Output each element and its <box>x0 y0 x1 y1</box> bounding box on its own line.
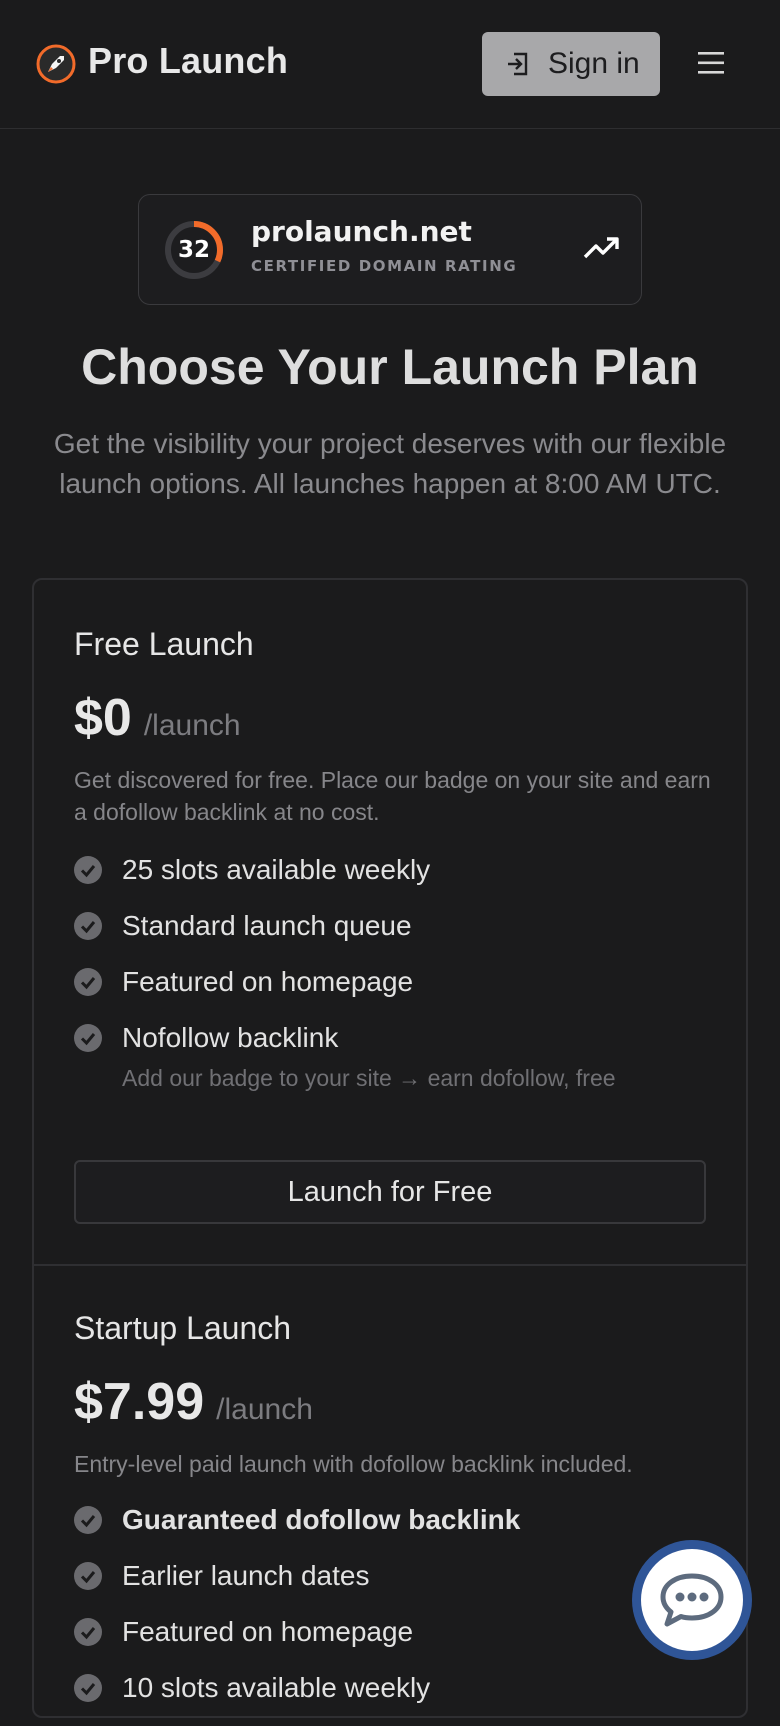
plan-price: $0 <box>74 689 132 747</box>
domain-name: prolaunch.net <box>251 215 472 248</box>
feature-label: Nofollow backlink <box>122 1022 339 1053</box>
feature-label: Featured on homepage <box>122 966 414 997</box>
feature-item: 10 slots available weekly <box>74 1668 714 1724</box>
plans-container: Free Launch $0 /launch Get discovered fo… <box>32 578 748 1718</box>
feature-label: Earlier launch dates <box>122 1560 370 1591</box>
sign-in-button[interactable]: Sign in <box>482 32 660 96</box>
feature-item: Featured on homepage <box>74 962 714 1018</box>
sign-in-label: Sign in <box>548 47 640 80</box>
plan-card-startup: Startup Launch $7.99 /launch Entry-level… <box>34 1266 746 1726</box>
feature-label: Guaranteed dofollow backlink <box>122 1504 521 1535</box>
plan-price: $7.99 <box>74 1373 205 1431</box>
feature-item: Earlier launch dates <box>74 1556 714 1612</box>
sign-in-icon <box>508 52 528 76</box>
plan-card-free: Free Launch $0 /launch Get discovered fo… <box>34 580 746 1266</box>
rating-label: CERTIFIED DOMAIN RATING <box>251 257 518 275</box>
trending-up-icon <box>583 237 619 259</box>
feature-list: 25 slots available weekly Standard launc… <box>74 850 714 1108</box>
feature-label: Featured on homepage <box>122 1616 414 1647</box>
feature-item: Standard launch queue <box>74 906 714 962</box>
check-circle-icon <box>74 856 102 884</box>
top-navbar: Pro Launch Sign in <box>0 0 780 129</box>
check-circle-icon <box>74 1506 102 1534</box>
feature-item: Featured on homepage <box>74 1612 714 1668</box>
plan-name: Free Launch <box>74 626 254 662</box>
check-circle-icon <box>74 1674 102 1702</box>
price-row: $7.99 /launch <box>74 1372 313 1432</box>
plan-name: Startup Launch <box>74 1310 292 1346</box>
plan-description: Entry-level paid launch with dofollow ba… <box>74 1451 633 1477</box>
price-period: /launch <box>143 709 241 742</box>
feature-label: Standard launch queue <box>122 910 412 941</box>
feature-note: Add our badge to your site → earn dofoll… <box>122 1065 616 1091</box>
check-circle-icon <box>74 1024 102 1052</box>
chat-widget-button[interactable] <box>632 1540 752 1660</box>
launch-free-button[interactable]: Launch for Free <box>74 1160 706 1224</box>
domain-rating-badge[interactable]: 32 prolaunch.net CERTIFIED DOMAIN RATING <box>138 194 642 305</box>
page-title: Choose Your Launch Plan <box>81 339 699 395</box>
price-period: /launch <box>216 1393 313 1426</box>
feature-list: Guaranteed dofollow backlink Earlier lau… <box>74 1500 714 1724</box>
price-row: $0 /launch <box>74 688 241 748</box>
rocket-logo-icon[interactable] <box>36 44 76 84</box>
chat-bubble-icon <box>660 1573 724 1627</box>
check-circle-icon <box>74 968 102 996</box>
feature-item: Guaranteed dofollow backlink <box>74 1500 714 1556</box>
hamburger-menu-icon[interactable] <box>698 50 726 76</box>
feature-item: 25 slots available weekly <box>74 850 714 906</box>
chat-widget-inner <box>641 1549 743 1651</box>
feature-label: 25 slots available weekly <box>122 854 431 885</box>
page-subtitle: Get the visibility your project deserves… <box>53 428 727 499</box>
feature-item: Nofollow backlink Add our badge to your … <box>74 1018 714 1108</box>
check-circle-icon <box>74 912 102 940</box>
rating-score: 32 <box>177 237 210 263</box>
plan-description: Get discovered for free. Place our badge… <box>74 767 711 825</box>
brand-name[interactable]: Pro Launch <box>88 40 288 82</box>
check-circle-icon <box>74 1562 102 1590</box>
check-circle-icon <box>74 1618 102 1646</box>
